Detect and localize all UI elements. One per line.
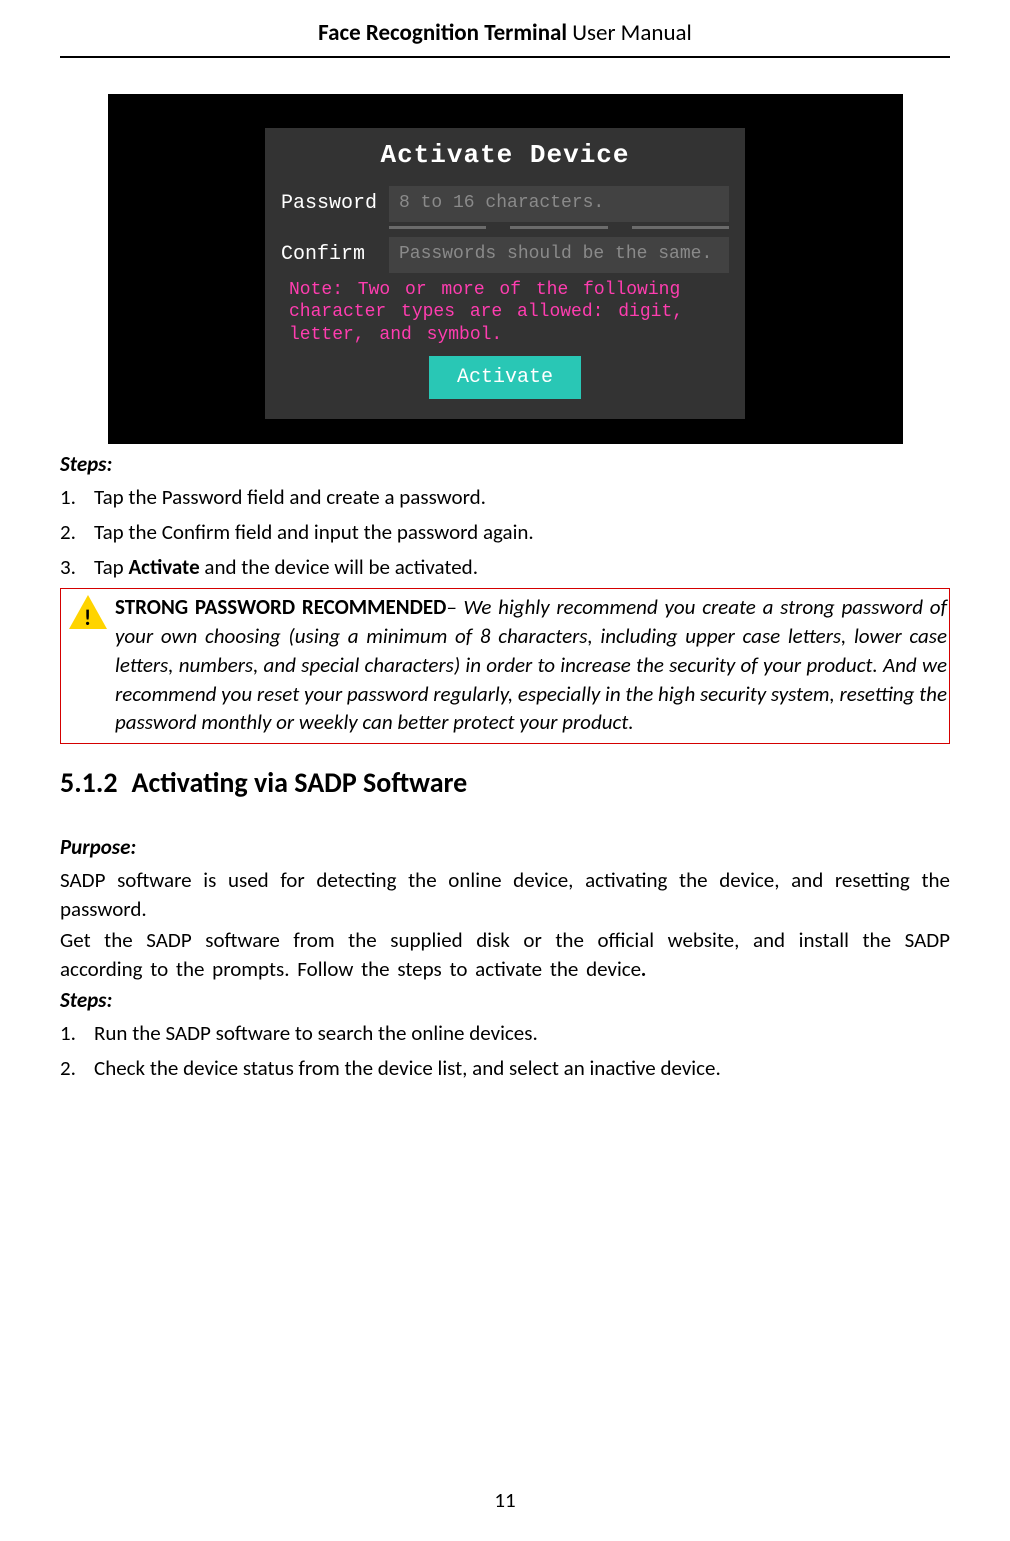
password-label: Password [281,190,389,218]
step-number: 3. [60,553,94,582]
purpose-paragraph-2: Get the SADP software from the supplied … [60,926,950,984]
list-item: 2. Check the device status from the devi… [60,1054,950,1083]
step3-prefix: Tap [94,554,128,580]
strength-segment [510,226,607,229]
list-item: 2. Tap the Confirm field and input the p… [60,518,950,547]
activate-device-screenshot: Activate Device Password 8 to 16 charact… [108,94,903,444]
steps-list-2: 1. Run the SADP software to search the o… [60,1019,950,1083]
step-number: 1. [60,483,94,512]
step-text: Run the SADP software to search the onli… [94,1019,950,1048]
dialog-note: Note: Two or more of the following chara… [265,273,745,351]
step3-bold: Activate [128,554,199,580]
steps-list-1: 1. Tap the Password field and create a p… [60,483,950,582]
step-text: Tap the Confirm field and input the pass… [94,518,950,547]
confirm-input[interactable]: Passwords should be the same. [389,237,729,273]
confirm-row: Confirm Passwords should be the same. [265,231,745,273]
strength-segment [389,226,486,229]
callout-text: STRONG PASSWORD RECOMMENDED– We highly r… [115,589,949,744]
list-item: 3. Tap Activate and the device will be a… [60,553,950,582]
list-item: 1. Tap the Password field and create a p… [60,483,950,512]
heading-number: 5.1.2 [60,765,118,800]
warning-icon [69,595,107,629]
password-strength-meter [265,222,745,231]
password-row: Password 8 to 16 characters. [265,180,745,222]
list-item: 1. Run the SADP software to search the o… [60,1019,950,1048]
step-number: 1. [60,1019,94,1048]
purpose-p2-period: . [641,956,647,982]
activate-device-dialog: Activate Device Password 8 to 16 charact… [265,128,745,419]
page-number: 11 [0,1486,1010,1515]
heading-title: Activating via SADP Software [132,765,468,800]
strong-password-callout: STRONG PASSWORD RECOMMENDED– We highly r… [60,588,950,745]
header-title-bold: Face Recognition Terminal [318,19,567,47]
purpose-p2-text: Get the SADP software from the supplied … [60,927,950,982]
confirm-label: Confirm [281,241,389,269]
step-number: 2. [60,1054,94,1083]
strength-segment [632,226,729,229]
confirm-placeholder: Passwords should be the same. [399,242,712,267]
dialog-title: Activate Device [265,128,745,180]
password-placeholder: 8 to 16 characters. [399,191,604,216]
step3-suffix: and the device will be activated. [200,554,478,580]
running-header: Face Recognition Terminal User Manual [60,18,950,58]
step-number: 2. [60,518,94,547]
steps-label-2: Steps: [60,986,950,1015]
step-text: Tap the Password field and create a pass… [94,483,950,512]
warning-icon-cell [61,589,115,744]
activate-button[interactable]: Activate [429,356,581,399]
purpose-paragraph-1: SADP software is used for detecting the … [60,866,950,924]
purpose-label: Purpose: [60,833,950,862]
step-text: Tap Activate and the device will be acti… [94,553,950,582]
steps-label: Steps: [60,450,950,479]
callout-lead: STRONG PASSWORD RECOMMENDED [115,594,446,620]
password-input[interactable]: 8 to 16 characters. [389,186,729,222]
step-text: Check the device status from the device … [94,1054,950,1083]
header-title-rest: User Manual [567,19,692,47]
heading-5-1-2: 5.1.2 Activating via SADP Software [60,764,950,803]
